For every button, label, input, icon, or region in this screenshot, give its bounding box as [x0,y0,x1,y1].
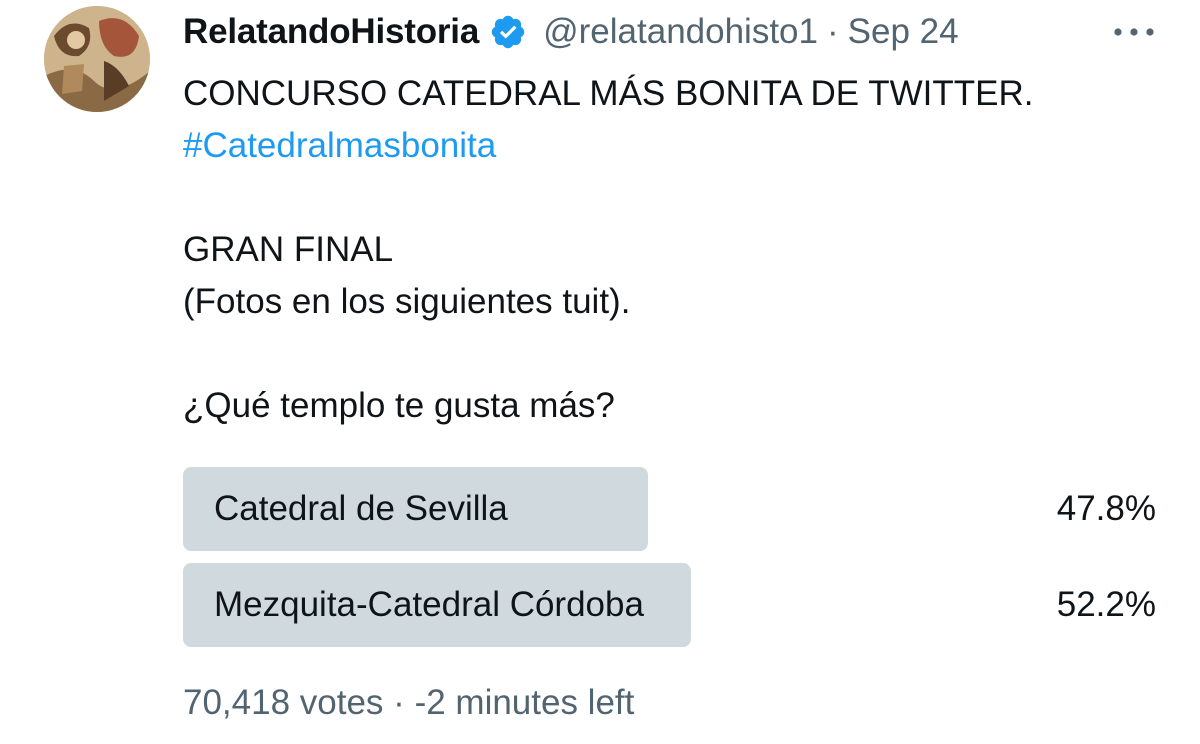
tweet-text: CONCURSO CATEDRAL MÁS BONITA DE TWITTER.… [183,68,1033,432]
tweet-line-final: GRAN FINAL [183,230,394,269]
poll-option-label: Mezquita-Catedral Córdoba [214,585,644,624]
poll-option-percent: 47.8% [1056,489,1156,528]
poll-option-label: Catedral de Sevilla [214,489,508,528]
poll-option-percent: 52.2% [1056,585,1156,624]
header-separator: · [826,12,839,51]
tweet-line-title: CONCURSO CATEDRAL MÁS BONITA DE TWITTER. [183,74,1034,113]
poll-option[interactable]: Catedral de Sevilla 47.8% [183,467,1156,551]
poll-option[interactable]: Mezquita-Catedral Córdoba 52.2% [183,563,1156,647]
poll-time-left: -2 minutes left [414,683,635,722]
tweet-header: RelatandoHistoria @relatandohisto1 · Sep… [183,8,959,56]
poll-footer: 70,418 votes · -2 minutes left [183,678,634,728]
handle[interactable]: @relatandohisto1 [543,12,818,52]
poll-votes: 70,418 votes [183,683,384,722]
tweet-line-photos: (Fotos en los siguientes tuit). [183,282,631,321]
tweet: RelatandoHistoria @relatandohisto1 · Sep… [0,0,1200,744]
hashtag-link[interactable]: #Catedralmasbonita [183,126,496,165]
avatar[interactable] [44,6,150,112]
more-options-icon[interactable] [1112,22,1156,42]
poll-footer-separator: · [393,683,405,722]
poll-question: ¿Qué templo te gusta más? [183,386,615,425]
tweet-date[interactable]: Sep 24 [848,12,959,52]
verified-badge-icon [489,13,527,51]
display-name[interactable]: RelatandoHistoria [183,12,479,52]
